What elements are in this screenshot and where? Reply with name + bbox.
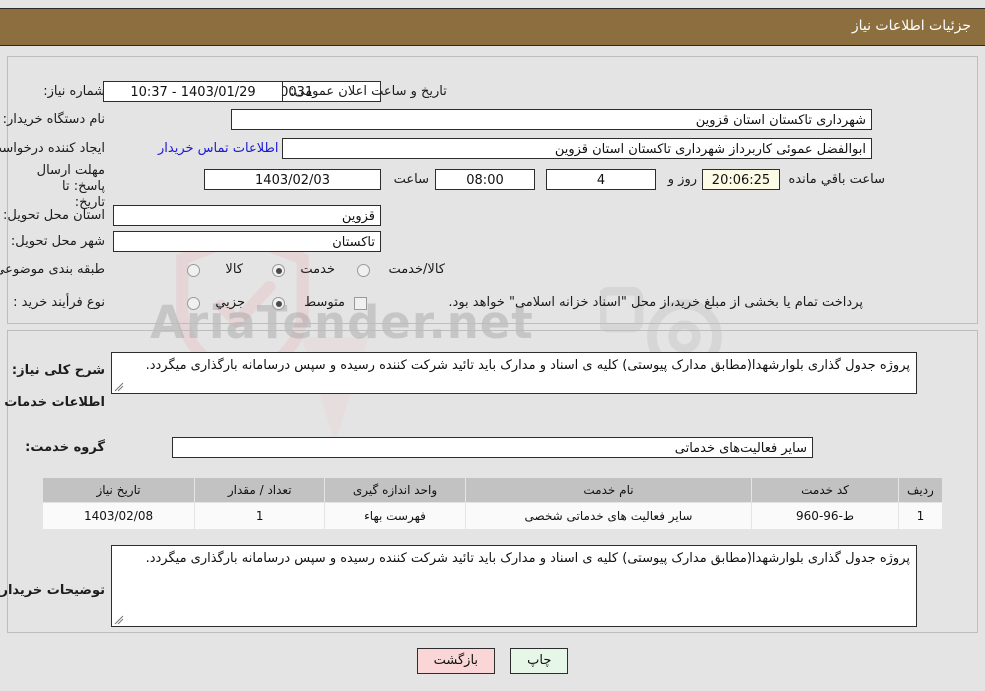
resize-grip-icon[interactable]: [114, 382, 124, 392]
general-description-label: شرح کلی نیاز:: [11, 363, 105, 378]
radio-process-motevaset-label: متوسط: [304, 295, 345, 310]
countdown-timer-value: 20:06:25: [702, 169, 780, 190]
buyer-notes-text: پروژه جدول گذاری بلوارشهدا(مطابق مدارک پ…: [145, 551, 910, 566]
page-header: جزئیات اطلاعات نیاز: [0, 8, 985, 46]
radio-category-khedmat-label: خدمت: [300, 262, 335, 277]
table-row: 1 ط-96-960 سایر فعالیت های خدماتی شخصی ف…: [41, 502, 944, 530]
service-group-label: گروه خدمت:: [25, 440, 105, 455]
delivery-city-value: تاکستان: [113, 231, 381, 252]
request-creator-value: ابوالفضل عموئی کاربرداز شهرداری تاکستان …: [282, 138, 872, 159]
action-buttons: بازگشت چاپ: [0, 648, 985, 674]
hour-label: ساعت: [393, 172, 429, 187]
treasury-bonds-text: پرداخت تمام یا بخشی از مبلغ خرید،از محل …: [448, 295, 863, 310]
page-title: جزئیات اطلاعات نیاز: [851, 18, 971, 34]
need-number-label: شماره نیاز:: [43, 84, 105, 99]
cell-service-code: ط-96-960: [751, 502, 899, 530]
cell-unit: فهرست بهاء: [324, 502, 466, 530]
col-need-date: تاریخ نیاز: [41, 477, 196, 503]
cell-service-name: سایر فعالیت های خدماتی شخصی: [464, 502, 753, 530]
services-table: ردیف کد خدمت نام خدمت واحد اندازه گیری ت…: [41, 477, 944, 530]
purchase-process-label: نوع فرأیند خرید :: [13, 295, 105, 310]
days-label: روز و: [667, 172, 697, 187]
col-row-no: ردیف: [897, 477, 944, 503]
delivery-city-label: شهر محل تحویل:: [10, 234, 105, 249]
col-quantity: تعداد / مقدار: [194, 477, 326, 503]
buyer-org-value: شهرداری تاکستان استان قزوین: [231, 109, 872, 130]
buyer-notes-value[interactable]: پروژه جدول گذاری بلوارشهدا(مطابق مدارک پ…: [111, 545, 917, 627]
request-creator-label: ایجاد کننده درخواست:: [0, 141, 105, 156]
resize-grip-icon[interactable]: [114, 615, 124, 625]
deadline-date-value: 1403/02/03: [204, 169, 381, 190]
remaining-days-value: 4: [546, 169, 656, 190]
radio-category-kala-khedmat-label: کالا/خدمت: [388, 262, 445, 277]
remaining-hours-label: ساعت باقي مانده: [788, 172, 885, 187]
back-button[interactable]: بازگشت: [416, 648, 496, 674]
service-group-value: سایر فعالیت‌های خدماتی: [172, 437, 813, 458]
radio-category-kala-label: کالا: [225, 262, 243, 277]
col-service-code: کد خدمت: [751, 477, 899, 503]
buyer-notes-label: توضیحات خریدار:: [0, 583, 105, 598]
radio-category-khedmat[interactable]: [272, 264, 285, 277]
general-description-value[interactable]: پروژه جدول گذاری بلوارشهدا(مطابق مدارک پ…: [111, 352, 917, 394]
cell-row-no: 1: [897, 502, 944, 530]
col-unit: واحد اندازه گیری: [324, 477, 466, 503]
radio-process-jozee-label: جزیي: [215, 295, 245, 310]
announce-datetime-label: تاریخ و ساعت اعلان عمومی:: [290, 84, 447, 99]
page-root: AriaTender.net جزئیات اطلاعات نیاز شماره…: [0, 0, 985, 691]
delivery-province-value: قزوین: [113, 205, 381, 226]
print-button[interactable]: چاپ: [510, 648, 569, 674]
table-header-row: ردیف کد خدمت نام خدمت واحد اندازه گیری ت…: [41, 477, 944, 503]
radio-category-kala-khedmat[interactable]: [357, 264, 370, 277]
radio-process-jozee[interactable]: [187, 297, 200, 310]
cell-quantity: 1: [194, 502, 326, 530]
subject-category-label: طبقه بندی موضوعی:: [0, 262, 105, 277]
cell-need-date: 1403/02/08: [41, 502, 196, 530]
deadline-time-value: 08:00: [435, 169, 535, 190]
buyer-org-label: نام دستگاه خریدار:: [2, 112, 105, 127]
buyer-contact-link[interactable]: اطلاعات تماس خریدار: [158, 141, 278, 156]
treasury-bonds-checkbox[interactable]: [354, 297, 367, 310]
general-description-text: پروژه جدول گذاری بلوارشهدا(مطابق مدارک پ…: [145, 358, 910, 373]
announce-datetime-value: 1403/01/29 - 10:37: [103, 81, 283, 102]
delivery-province-label: استان محل تحویل:: [3, 208, 105, 223]
col-service-name: نام خدمت: [464, 477, 753, 503]
radio-process-motevaset[interactable]: [272, 297, 285, 310]
services-section-heading: اطلاعات خدمات مورد نیاز: [0, 395, 105, 410]
response-deadline-label: مهلت ارسال پاسخ: تا تاریخ:: [36, 163, 105, 210]
radio-category-kala[interactable]: [187, 264, 200, 277]
